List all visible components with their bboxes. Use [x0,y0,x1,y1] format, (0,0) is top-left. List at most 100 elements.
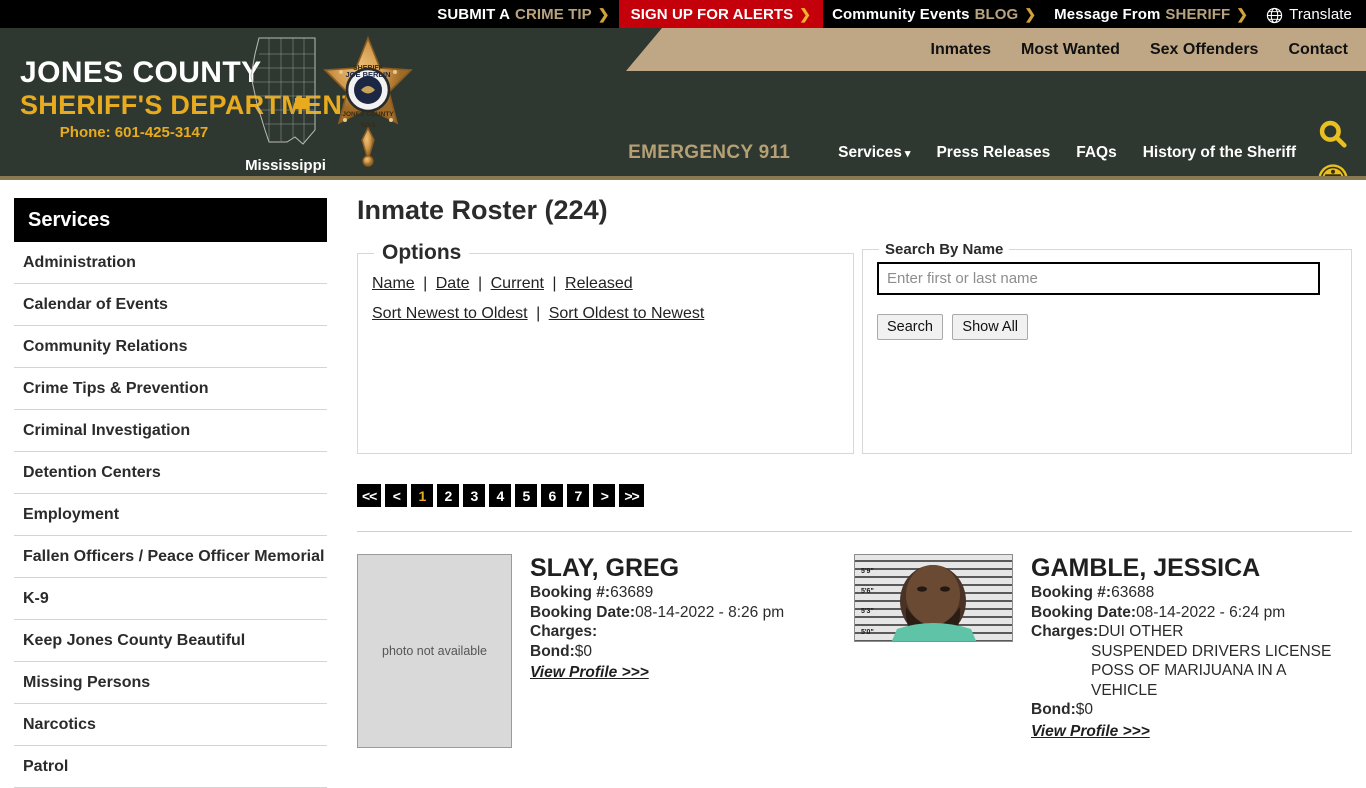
roster-controls: Options Name | Date | Current | Released… [357,241,1352,454]
nav-inmates[interactable]: Inmates [931,41,991,59]
pagination-page-1[interactable]: 1 [411,484,434,507]
sidebar-item-narcotics[interactable]: Narcotics [14,704,327,746]
topbar-item-crime-tip[interactable]: SUBMIT A CRIME TIP ❯ [428,0,618,28]
charges-label: Charges: [1031,623,1099,640]
nav-services-label: Services [838,144,902,161]
pagination-page-3[interactable]: 3 [463,484,486,507]
booking-date-value: 08-14-2022 - 8:26 pm [635,603,785,621]
bond-value: $0 [574,642,593,660]
sidebar-item-crime-tips-prevention[interactable]: Crime Tips & Prevention [14,368,327,410]
pagination-prev[interactable]: < [385,484,408,507]
nav-press-releases[interactable]: Press Releases [936,144,1050,162]
mug-mark: 5'3" [861,608,874,615]
pagination-last[interactable]: >> [619,484,644,507]
sort-oldest-to-newest-link[interactable]: Sort Oldest to Newest [549,305,705,322]
pagination-page-4[interactable]: 4 [489,484,512,507]
topbar-item-community-events[interactable]: Community Events BLOG ❯ [823,0,1045,28]
charges-line: Charges: [530,622,784,642]
separator: | [478,275,483,292]
sidebar-item-calendar-of-events[interactable]: Calendar of Events [14,284,327,326]
inmate-record: 5'9" 5'6" 5'3" 5'0" GAMBLE, JESSICA Book… [854,554,1331,748]
topbar-item-message-from-sheriff[interactable]: Message From SHERIFF ❯ [1045,0,1257,28]
accessibility-icon[interactable] [1317,163,1349,176]
topbar-item-translate[interactable]: Translate [1257,0,1366,28]
topbar-accent: BLOG [974,5,1019,23]
pagination-page-7[interactable]: 7 [567,484,590,507]
separator: | [423,275,428,292]
pagination-page-6[interactable]: 6 [541,484,564,507]
sort-newest-to-oldest-link[interactable]: Sort Newest to Oldest [372,305,528,322]
charges-line: Charges:DUI OTHER [1031,622,1331,642]
view-profile-link[interactable]: View Profile >>> [1031,723,1150,741]
separator: | [536,305,541,322]
sidebar-item-missing-persons[interactable]: Missing Persons [14,662,327,704]
view-profile-link[interactable]: View Profile >>> [530,664,649,682]
sort-links-row: Sort Newest to Oldest | Sort Oldest to N… [372,303,839,325]
globe-icon [1266,7,1283,24]
sidebar-item-fallen-officers[interactable]: Fallen Officers / Peace Officer Memorial [14,536,327,578]
sidebar-item-employment[interactable]: Employment [14,494,327,536]
inmate-records-list: photo not available SLAY, GREG Booking #… [357,554,1352,748]
filter-link-name[interactable]: Name [372,275,415,292]
header-icon-group [1317,118,1349,176]
pagination: << < 1 2 3 4 5 6 7 > >> [357,484,1352,507]
nav-faqs[interactable]: FAQs [1076,144,1116,162]
pagination-page-5[interactable]: 5 [515,484,538,507]
sidebar-item-k9[interactable]: K-9 [14,578,327,620]
inmate-mugshot: 5'9" 5'6" 5'3" 5'0" [854,554,1013,642]
topbar-label: SIGN UP FOR ALERTS [630,5,794,23]
search-input[interactable] [877,262,1320,295]
emergency-label: EMERGENCY 911 [628,142,790,164]
nav-services[interactable]: Services ▾ [838,144,910,162]
inmate-photo-placeholder: photo not available [357,554,512,748]
nav-contact[interactable]: Contact [1288,41,1348,59]
show-all-button[interactable]: Show All [952,314,1029,340]
charge-item: VEHICLE [1091,681,1158,699]
inmate-record: photo not available SLAY, GREG Booking #… [357,554,854,748]
sidebar-item-detention-centers[interactable]: Detention Centers [14,452,327,494]
records-divider [357,531,1352,532]
mug-mark: 5'0" [861,629,874,636]
nav-sex-offenders[interactable]: Sex Offenders [1150,41,1258,59]
booking-date-line: Booking Date:08-14-2022 - 8:26 pm [530,603,784,623]
site-header: Inmates Most Wanted Sex Offenders Contac… [0,28,1366,180]
search-button[interactable]: Search [877,314,943,340]
topbar-label: Message From [1054,5,1161,23]
booking-date-line: Booking Date:08-14-2022 - 6:24 pm [1031,603,1331,623]
top-utility-bar: SUBMIT A CRIME TIP ❯ SIGN UP FOR ALERTS … [0,0,1366,28]
filter-link-current[interactable]: Current [491,275,544,292]
nav-history-of-sheriff[interactable]: History of the Sheriff [1143,144,1296,162]
booking-number-label: Booking #: [1031,584,1112,601]
filter-link-date[interactable]: Date [436,275,470,292]
booking-number-value: 63689 [610,584,654,601]
state-label: Mississippi [245,157,326,174]
inmate-name: GAMBLE, JESSICA [1031,554,1261,582]
topbar-item-sign-up-alerts[interactable]: SIGN UP FOR ALERTS ❯ [618,0,824,28]
sidebar-item-keep-jones-county-beautiful[interactable]: Keep Jones County Beautiful [14,620,327,662]
bond-label: Bond: [1031,701,1076,718]
phone-label: Phone: [59,124,111,141]
nav-most-wanted[interactable]: Most Wanted [1021,41,1120,59]
sidebar-item-administration[interactable]: Administration [14,242,327,284]
topbar-accent: SHERIFF [1165,5,1231,23]
emergency-text: EMERGENCY [628,142,753,163]
bond-line: Bond:$0 [1031,700,1331,720]
chevron-down-icon: ▾ [904,148,911,160]
county-marker [295,98,306,109]
topbar-accent: CRIME TIP [515,5,592,23]
pagination-first[interactable]: << [357,484,382,507]
sidebar-item-patrol[interactable]: Patrol [14,746,327,788]
sidebar-item-criminal-investigation[interactable]: Criminal Investigation [14,410,327,452]
chevron-right-icon: ❯ [1024,5,1037,22]
pagination-next[interactable]: > [593,484,616,507]
bond-line: Bond:$0 [530,642,784,662]
sidebar-item-community-relations[interactable]: Community Relations [14,326,327,368]
secondary-nav: Inmates Most Wanted Sex Offenders Contac… [626,28,1366,71]
chevron-right-icon: ❯ [799,5,812,22]
search-icon[interactable] [1317,118,1349,155]
svg-text:SO-1: SO-1 [360,122,376,129]
booking-number-value: 63688 [1111,584,1155,601]
sidebar-heading: Services [14,198,327,242]
filter-link-released[interactable]: Released [565,275,633,292]
pagination-page-2[interactable]: 2 [437,484,460,507]
